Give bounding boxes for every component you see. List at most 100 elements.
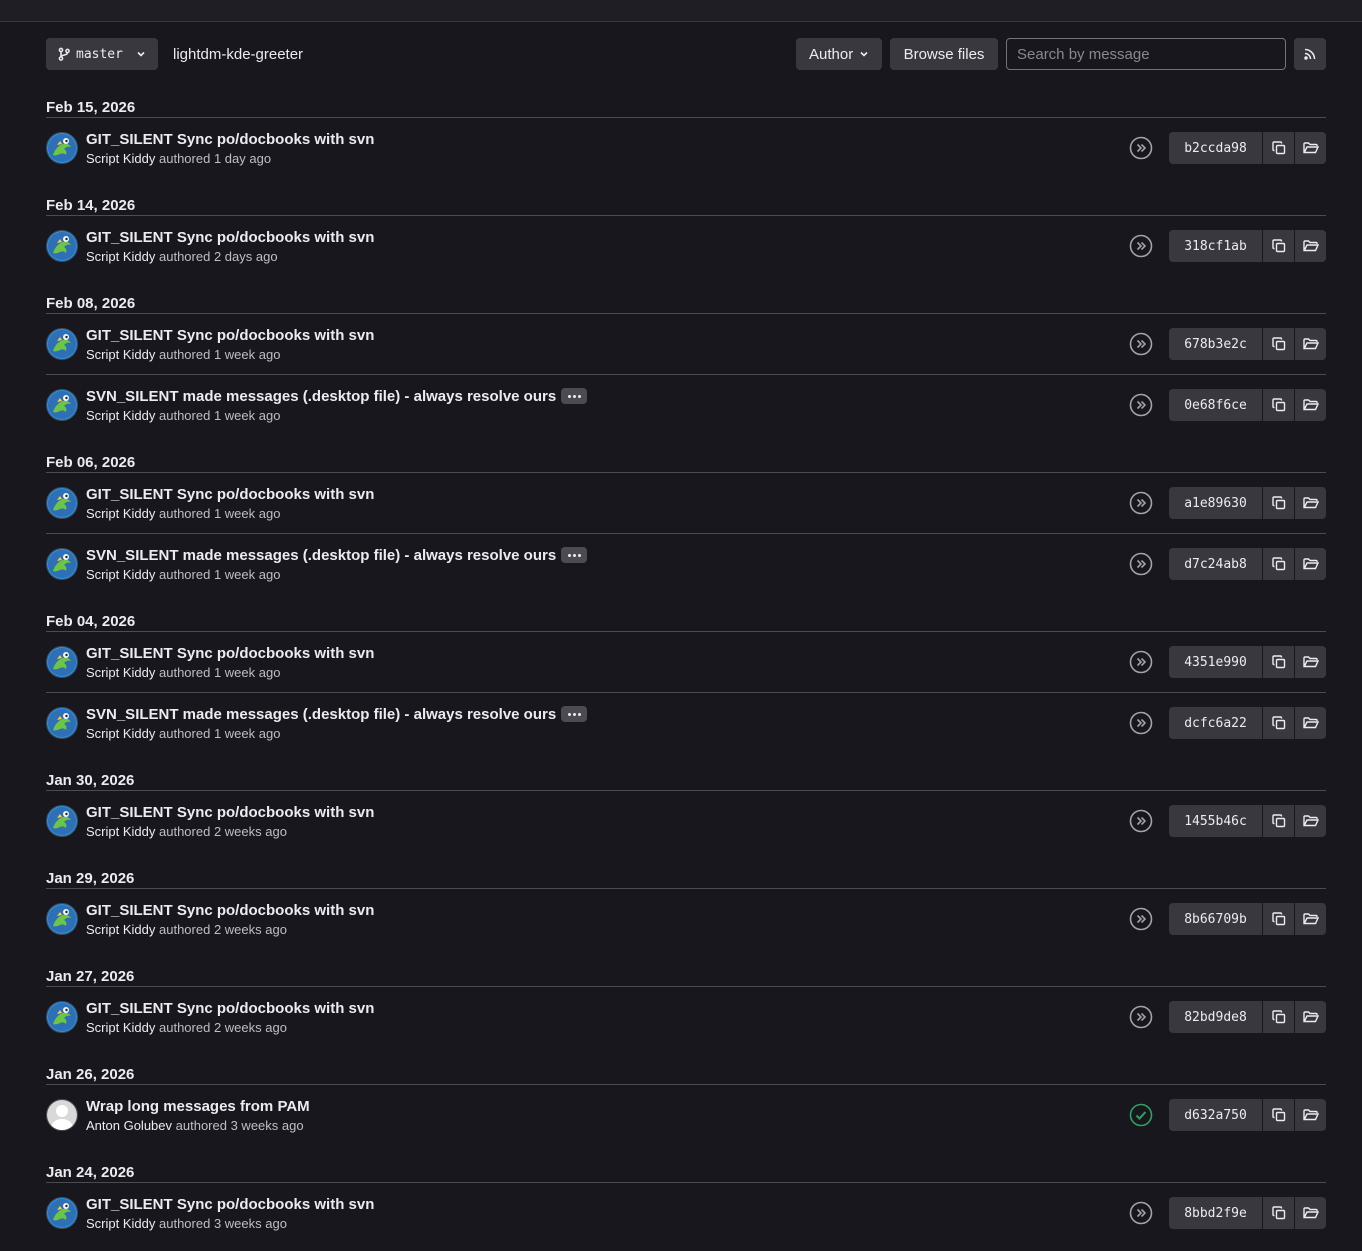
expand-description-button[interactable] <box>561 706 588 722</box>
commit-author[interactable]: Script Kiddy <box>86 922 155 937</box>
avatar[interactable] <box>46 1099 78 1131</box>
commit-title[interactable]: GIT_SILENT Sync po/docbooks with svn <box>86 229 374 246</box>
browse-files-at-commit-button[interactable] <box>1294 487 1326 519</box>
browse-files-at-commit-button[interactable] <box>1294 1099 1326 1131</box>
commit-title[interactable]: SVN_SILENT made messages (.desktop file)… <box>86 547 556 564</box>
commit-title[interactable]: GIT_SILENT Sync po/docbooks with svn <box>86 902 374 919</box>
commit-sha[interactable]: 1455b46c <box>1169 805 1262 837</box>
avatar[interactable] <box>46 548 78 580</box>
commit-sha[interactable]: 82bd9de8 <box>1169 1001 1262 1033</box>
commit-author[interactable]: Anton Golubev <box>86 1118 172 1133</box>
copy-sha-button[interactable] <box>1262 646 1294 678</box>
avatar[interactable] <box>46 230 78 262</box>
copy-sha-button[interactable] <box>1262 903 1294 935</box>
copy-sha-button[interactable] <box>1262 132 1294 164</box>
commit-author[interactable]: Script Kiddy <box>86 408 155 423</box>
browse-files-button[interactable]: Browse files <box>890 38 998 70</box>
avatar[interactable] <box>46 805 78 837</box>
avatar[interactable] <box>46 487 78 519</box>
avatar[interactable] <box>46 1001 78 1033</box>
commit-title[interactable]: GIT_SILENT Sync po/docbooks with svn <box>86 1000 374 1017</box>
expand-description-button[interactable] <box>561 547 588 563</box>
avatar[interactable] <box>46 132 78 164</box>
copy-sha-button[interactable] <box>1262 230 1294 262</box>
avatar[interactable] <box>46 389 78 421</box>
browse-files-at-commit-button[interactable] <box>1294 230 1326 262</box>
commit-title[interactable]: GIT_SILENT Sync po/docbooks with svn <box>86 486 374 503</box>
copy-sha-button[interactable] <box>1262 707 1294 739</box>
pipeline-status-icon[interactable] <box>1129 650 1153 674</box>
commit-title[interactable]: SVN_SILENT made messages (.desktop file)… <box>86 388 556 405</box>
pipeline-status-icon[interactable] <box>1129 552 1153 576</box>
commit-sha[interactable]: 678b3e2c <box>1169 328 1262 360</box>
browse-files-at-commit-button[interactable] <box>1294 1197 1326 1229</box>
avatar[interactable] <box>46 707 78 739</box>
commit-title[interactable]: Wrap long messages from PAM <box>86 1098 310 1115</box>
branch-selector[interactable]: master <box>46 38 158 70</box>
browse-files-at-commit-button[interactable] <box>1294 805 1326 837</box>
pipeline-status-icon[interactable] <box>1129 907 1153 931</box>
commit-author[interactable]: Script Kiddy <box>86 824 155 839</box>
commit-title[interactable]: GIT_SILENT Sync po/docbooks with svn <box>86 327 374 344</box>
pipeline-status-icon[interactable] <box>1129 234 1153 258</box>
copy-sha-button[interactable] <box>1262 1099 1294 1131</box>
avatar[interactable] <box>46 903 78 935</box>
copy-sha-button[interactable] <box>1262 1197 1294 1229</box>
copy-sha-button[interactable] <box>1262 328 1294 360</box>
browse-files-at-commit-button[interactable] <box>1294 646 1326 678</box>
commit-title[interactable]: GIT_SILENT Sync po/docbooks with svn <box>86 1196 374 1213</box>
browse-files-at-commit-button[interactable] <box>1294 328 1326 360</box>
copy-sha-button[interactable] <box>1262 487 1294 519</box>
commit-author[interactable]: Script Kiddy <box>86 1020 155 1035</box>
commit-author[interactable]: Script Kiddy <box>86 567 155 582</box>
author-filter-button[interactable]: Author <box>796 38 882 70</box>
copy-sha-button[interactable] <box>1262 805 1294 837</box>
pipeline-status-icon[interactable] <box>1129 393 1153 417</box>
commit-sha[interactable]: 8bbd2f9e <box>1169 1197 1262 1229</box>
pipeline-status-icon[interactable] <box>1129 136 1153 160</box>
browse-files-at-commit-button[interactable] <box>1294 389 1326 421</box>
browse-files-at-commit-button[interactable] <box>1294 548 1326 580</box>
pipeline-status-icon[interactable] <box>1129 1103 1153 1127</box>
commit-sha[interactable]: b2ccda98 <box>1169 132 1262 164</box>
avatar[interactable] <box>46 646 78 678</box>
browse-files-at-commit-button[interactable] <box>1294 903 1326 935</box>
commit-sha[interactable]: dcfc6a22 <box>1169 707 1262 739</box>
avatar[interactable] <box>46 1197 78 1229</box>
commit-sha[interactable]: d632a750 <box>1169 1099 1262 1131</box>
commit-sha[interactable]: 8b66709b <box>1169 903 1262 935</box>
expand-description-button[interactable] <box>561 388 588 404</box>
pipeline-status-icon[interactable] <box>1129 711 1153 735</box>
commit-sha[interactable]: 0e68f6ce <box>1169 389 1262 421</box>
commit-author[interactable]: Script Kiddy <box>86 506 155 521</box>
commit-sha[interactable]: a1e89630 <box>1169 487 1262 519</box>
pipeline-status-icon[interactable] <box>1129 491 1153 515</box>
rss-button[interactable] <box>1294 38 1326 70</box>
search-input[interactable] <box>1006 38 1286 70</box>
pipeline-status-icon[interactable] <box>1129 332 1153 356</box>
avatar[interactable] <box>46 328 78 360</box>
copy-sha-button[interactable] <box>1262 548 1294 580</box>
commit-sha[interactable]: 4351e990 <box>1169 646 1262 678</box>
browse-files-at-commit-button[interactable] <box>1294 1001 1326 1033</box>
pipeline-status-icon[interactable] <box>1129 1005 1153 1029</box>
copy-sha-button[interactable] <box>1262 389 1294 421</box>
commit-title[interactable]: GIT_SILENT Sync po/docbooks with svn <box>86 131 374 148</box>
commit-author[interactable]: Script Kiddy <box>86 249 155 264</box>
commit-author[interactable]: Script Kiddy <box>86 665 155 680</box>
commit-sha[interactable]: 318cf1ab <box>1169 230 1262 262</box>
repo-breadcrumb[interactable]: lightdm-kde-greeter <box>173 46 303 63</box>
commit-author[interactable]: Script Kiddy <box>86 347 155 362</box>
commit-author[interactable]: Script Kiddy <box>86 1216 155 1231</box>
copy-sha-button[interactable] <box>1262 1001 1294 1033</box>
pipeline-status-icon[interactable] <box>1129 809 1153 833</box>
commit-author[interactable]: Script Kiddy <box>86 726 155 741</box>
pipeline-status-icon[interactable] <box>1129 1201 1153 1225</box>
commit-title[interactable]: GIT_SILENT Sync po/docbooks with svn <box>86 804 374 821</box>
browse-files-at-commit-button[interactable] <box>1294 707 1326 739</box>
browse-files-at-commit-button[interactable] <box>1294 132 1326 164</box>
commit-sha[interactable]: d7c24ab8 <box>1169 548 1262 580</box>
commit-author[interactable]: Script Kiddy <box>86 151 155 166</box>
commit-title[interactable]: SVN_SILENT made messages (.desktop file)… <box>86 706 556 723</box>
commit-title[interactable]: GIT_SILENT Sync po/docbooks with svn <box>86 645 374 662</box>
